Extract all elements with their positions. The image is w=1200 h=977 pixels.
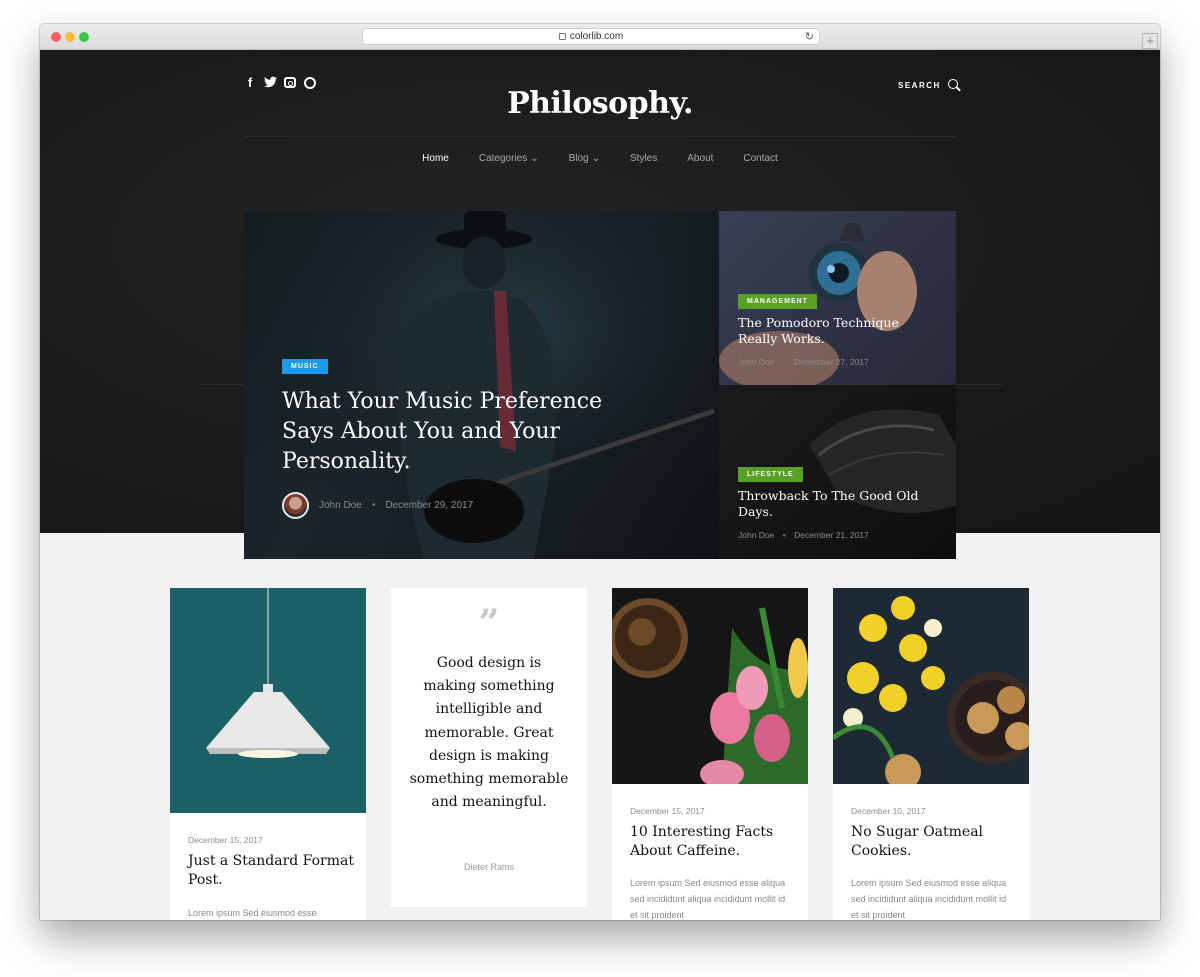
post-date: December 15, 2017 <box>630 806 705 816</box>
avatar[interactable] <box>282 492 309 519</box>
post-title[interactable]: The Pomodoro Technique Really Works. <box>738 315 938 347</box>
main-nav: Home Categories ⌄ Blog ⌄ Styles About Cont… <box>40 153 1160 164</box>
decorative-line <box>198 384 244 385</box>
category-badge[interactable]: LIFESTYLE <box>738 467 803 482</box>
nav-label: Blog <box>568 153 589 164</box>
site-logo[interactable]: Philosophy. <box>40 86 1160 122</box>
close-window-button[interactable] <box>51 32 61 42</box>
decorative-line <box>956 384 1002 385</box>
new-tab-button[interactable]: + <box>1142 33 1158 49</box>
post-date: December 27, 2017 <box>794 357 869 367</box>
post-title[interactable]: 10 Interesting Facts About Caffeine. <box>630 823 800 861</box>
search-label: SEARCH <box>898 80 941 90</box>
zoom-window-button[interactable] <box>79 32 89 42</box>
chevron-down-icon: ⌄ <box>591 153 600 164</box>
post-date: December 15, 2017 <box>188 835 263 845</box>
nav-item-categories[interactable]: Categories ⌄ <box>479 153 539 164</box>
nav-item-about[interactable]: About <box>687 153 713 164</box>
quote-card[interactable]: ” Good design is making something intell… <box>391 588 587 907</box>
search-button[interactable]: SEARCH <box>898 78 961 92</box>
post-card[interactable]: December 10, 2017 No Sugar Oatmeal Cooki… <box>833 588 1029 920</box>
featured-post-side[interactable]: MANAGEMENT The Pomodoro Technique Really… <box>719 211 956 385</box>
post-meta: John Doe • December 21, 2017 <box>738 530 869 540</box>
hero-section: f Philosophy. SEARCH Home Categories ⌄ Bl… <box>40 50 1160 559</box>
post-card[interactable]: December 15, 2017 Just a Standard Format… <box>170 588 366 920</box>
minimize-window-button[interactable] <box>65 32 75 42</box>
coffee-flowers-image <box>612 588 808 784</box>
post-excerpt: Lorem ipsum Sed eiusmod esse aliqua sed … <box>630 878 786 920</box>
nav-item-home[interactable]: Home <box>422 153 449 164</box>
lock-icon <box>558 33 566 40</box>
featured-title[interactable]: What Your Music Preference Says About Yo… <box>282 387 642 477</box>
post-excerpt: Lorem ipsum Sed eiusmod esse aliqua sed … <box>851 878 1007 920</box>
post-date: December 21, 2017 <box>794 530 869 540</box>
search-icon <box>947 78 961 92</box>
meta-separator: • <box>782 357 786 367</box>
featured-post-side[interactable]: LIFESTYLE Throwback To The Good Old Days… <box>719 385 956 559</box>
meta-separator: • <box>782 530 786 540</box>
quote-icon: ” <box>478 602 500 644</box>
quote-text: Good design is making something intellig… <box>409 655 569 811</box>
nav-item-contact[interactable]: Contact <box>743 153 777 164</box>
post-title[interactable]: Throwback To The Good Old Days. <box>738 488 938 520</box>
nav-label: Categories <box>478 153 528 164</box>
nav-item-styles[interactable]: Styles <box>630 153 657 164</box>
author-name[interactable]: John Doe <box>738 357 774 367</box>
category-badge[interactable]: MUSIC <box>282 359 328 374</box>
post-date: December 10, 2017 <box>851 806 926 816</box>
meta-separator: • <box>371 500 376 511</box>
post-meta: John Doe • December 27, 2017 <box>738 357 869 367</box>
post-title[interactable]: No Sugar Oatmeal Cookies. <box>851 823 1021 861</box>
header-divider <box>244 136 956 137</box>
category-badge[interactable]: MANAGEMENT <box>738 294 817 309</box>
lamp-image <box>170 588 366 813</box>
quote-author: Dieter Rams <box>463 862 514 872</box>
featured-post-main[interactable]: MUSIC What Your Music Preference Says Ab… <box>244 211 719 559</box>
url-text: colorlib.com <box>569 31 624 42</box>
post-excerpt: Lorem ipsum Sed eiusmod esse <box>188 908 317 918</box>
address-bar[interactable]: colorlib.com ↻ <box>362 28 820 45</box>
browser-toolbar: colorlib.com ↻ + <box>40 24 1160 50</box>
chevron-down-icon: ⌄ <box>530 153 539 164</box>
post-title[interactable]: Just a Standard Format Post. <box>188 852 358 890</box>
post-meta: John Doe • December 29, 2017 <box>282 492 473 519</box>
post-card[interactable]: December 15, 2017 10 Interesting Facts A… <box>612 588 808 920</box>
reload-icon[interactable]: ↻ <box>805 29 814 45</box>
author-name[interactable]: John Doe <box>738 530 774 540</box>
post-date: December 29, 2017 <box>385 500 474 511</box>
nav-item-blog[interactable]: Blog ⌄ <box>569 153 600 164</box>
browser-window: colorlib.com ↻ + f Philosophy. SEARCH Ho… <box>40 24 1160 920</box>
author-name[interactable]: John Doe <box>319 500 362 511</box>
flowers-cookies-image <box>833 588 1029 784</box>
